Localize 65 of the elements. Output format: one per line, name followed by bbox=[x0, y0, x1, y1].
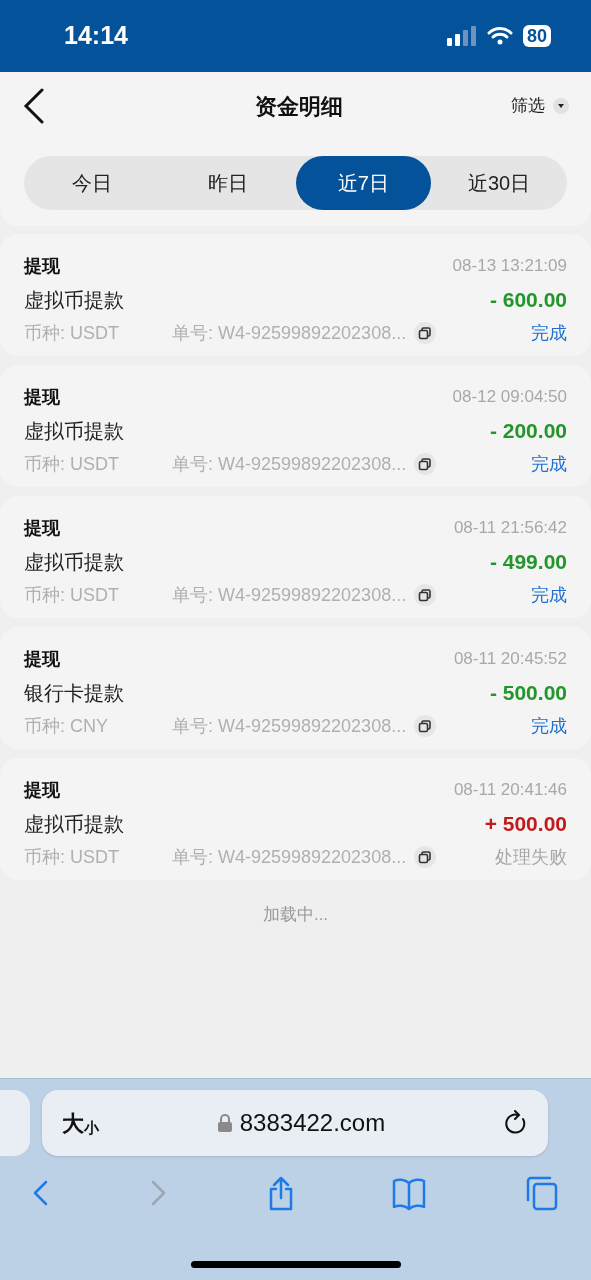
address-bar[interactable]: 大小 8383422.com bbox=[42, 1090, 548, 1156]
record-type: 提现 bbox=[24, 647, 60, 671]
record-currency: 币种: USDT bbox=[24, 845, 120, 869]
status-time: 14:14 bbox=[64, 20, 128, 52]
record-card[interactable]: 提现 08-13 13:21:09 虚拟币提款 - 600.00 币种: USDT 单号: W4-92599892202308... 完成 bbox=[0, 234, 591, 356]
record-currency: 币种: USDT bbox=[24, 321, 120, 345]
copy-icon[interactable] bbox=[414, 846, 437, 868]
filter-button[interactable]: 筛选 bbox=[511, 93, 569, 119]
record-time: 08-13 13:21:09 bbox=[452, 255, 567, 278]
record-currency: 币种: CNY bbox=[24, 714, 109, 738]
record-order-number: 单号: W4-92599892202308... bbox=[172, 845, 407, 869]
dropdown-icon bbox=[553, 98, 569, 114]
record-status: 完成 bbox=[531, 583, 567, 607]
record-card[interactable]: 提现 08-11 20:41:46 虚拟币提款 + 500.00 币种: USDT 单号: W4-92599892202308... 处理失败 bbox=[0, 758, 591, 880]
record-order-number: 单号: W4-92599892202308... bbox=[172, 583, 407, 607]
period-tab[interactable]: 今日 bbox=[24, 156, 160, 210]
record-time: 08-11 20:41:46 bbox=[453, 779, 567, 802]
record-type: 提现 bbox=[24, 385, 60, 409]
record-order-number: 单号: W4-92599892202308... bbox=[172, 452, 407, 476]
record-time: 08-11 20:45:52 bbox=[453, 648, 567, 671]
record-method: 虚拟币提款 bbox=[24, 550, 124, 575]
battery-indicator: 80 bbox=[522, 25, 551, 47]
record-status: 处理失败 bbox=[495, 845, 567, 869]
record-amount: - 500.00 bbox=[489, 680, 567, 707]
record-method: 虚拟币提款 bbox=[24, 288, 124, 313]
record-method: 虚拟币提款 bbox=[24, 812, 124, 837]
signal-icon bbox=[446, 26, 477, 46]
record-amount: + 500.00 bbox=[484, 811, 567, 838]
period-tab[interactable]: 近7日 bbox=[295, 156, 432, 210]
record-order-number: 单号: W4-92599892202308... bbox=[172, 321, 407, 345]
copy-icon[interactable] bbox=[414, 715, 437, 737]
record-status: 完成 bbox=[531, 452, 567, 476]
record-card[interactable]: 提现 08-12 09:04:50 虚拟币提款 - 200.00 币种: USDT 单号: W4-92599892202308... 完成 bbox=[0, 365, 591, 487]
period-tab[interactable]: 昨日 bbox=[159, 156, 296, 210]
copy-icon[interactable] bbox=[414, 453, 437, 475]
record-currency: 币种: USDT bbox=[24, 583, 120, 607]
period-tab[interactable]: 近30日 bbox=[431, 156, 567, 210]
record-currency: 币种: USDT bbox=[24, 452, 120, 476]
record-amount: - 200.00 bbox=[489, 418, 567, 445]
tabs-icon[interactable] bbox=[525, 1176, 559, 1212]
record-time: 08-11 21:56:42 bbox=[453, 517, 567, 540]
wifi-icon bbox=[486, 26, 513, 46]
record-type: 提现 bbox=[24, 254, 60, 278]
record-method: 银行卡提款 bbox=[24, 681, 124, 706]
record-order-number: 单号: W4-92599892202308... bbox=[172, 714, 407, 738]
record-card[interactable]: 提现 08-11 21:56:42 虚拟币提款 - 499.00 币种: USDT 单号: W4-92599892202308... 完成 bbox=[0, 496, 591, 618]
reload-icon[interactable] bbox=[504, 1110, 528, 1136]
record-amount: - 499.00 bbox=[489, 549, 567, 576]
copy-icon[interactable] bbox=[414, 322, 437, 344]
page-title: 资金明细 bbox=[254, 92, 343, 121]
record-card[interactable]: 提现 08-11 20:45:52 银行卡提款 - 500.00 币种: CNY 单号: W4-92599892202308... 完成 bbox=[0, 627, 591, 749]
record-status: 完成 bbox=[531, 714, 567, 738]
record-time: 08-12 09:04:50 bbox=[452, 386, 567, 409]
copy-icon[interactable] bbox=[414, 584, 437, 606]
previous-tab-edge bbox=[0, 1090, 30, 1156]
text-size-button[interactable]: 大小 bbox=[62, 1106, 99, 1140]
record-amount: - 600.00 bbox=[489, 287, 567, 314]
record-method: 虚拟币提款 bbox=[24, 419, 124, 444]
record-type: 提现 bbox=[24, 516, 60, 540]
url-text: 8383422.com bbox=[239, 1108, 386, 1138]
loading-text: 加载中... bbox=[262, 904, 329, 926]
record-type: 提现 bbox=[24, 778, 60, 802]
lock-icon bbox=[217, 1114, 232, 1132]
record-status: 完成 bbox=[531, 321, 567, 345]
back-icon[interactable] bbox=[22, 88, 46, 124]
